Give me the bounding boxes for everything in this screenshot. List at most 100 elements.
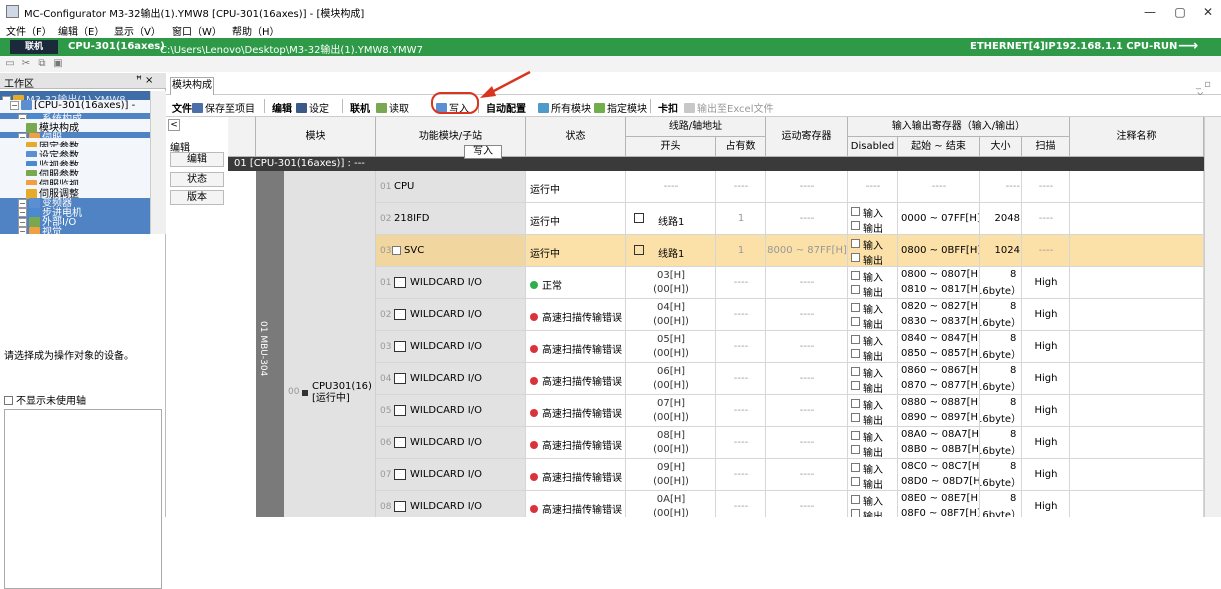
read-button[interactable]: 读取 [376,100,409,115]
grid-scrollbar[interactable] [1204,117,1221,517]
io-range-cell[interactable]: 0860 ~ 0867[H] 0870 ~ 0877[H] [898,363,980,395]
cut-icon[interactable]: ✂ [20,58,32,70]
maximize-icon[interactable]: ▢ [1168,3,1192,21]
size-cell[interactable]: 8 16byte） [980,267,1022,299]
line-address-cell[interactable]: 03[H] (00[H]) [626,267,716,299]
line-address-cell[interactable]: 06[H] (00[H]) [626,363,716,395]
file-button[interactable]: 文件 [172,100,192,115]
motion-register-cell[interactable]: 8000 ~ 87FF[H] [766,235,848,267]
close-icon[interactable]: ✕ [1196,3,1220,21]
size-cell[interactable]: 8 16byte） [980,459,1022,491]
function-module-cell[interactable]: 02 WILDCARD I/O [376,299,526,331]
motion-register-cell[interactable]: ---- [766,299,848,331]
scan-cell[interactable]: High [1022,491,1070,517]
io-range-cell[interactable]: 0000 ~ 07FF[H] [898,203,980,235]
tree-scrollbar[interactable] [150,91,166,234]
disabled-cell[interactable]: 输入输出 [848,235,898,267]
size-cell[interactable]: ---- [980,171,1022,203]
setting-button[interactable]: 设定 [296,100,329,115]
comment-cell[interactable] [1070,267,1204,299]
minimize-icon[interactable]: — [1138,3,1162,21]
scan-cell[interactable]: High [1022,395,1070,427]
motion-register-cell[interactable]: ---- [766,427,848,459]
comment-cell[interactable] [1070,171,1204,203]
size-cell[interactable]: 8 16byte） [980,331,1022,363]
scan-cell[interactable]: High [1022,299,1070,331]
paste-icon[interactable]: ▣ [52,58,64,70]
function-module-cell[interactable]: 08 WILDCARD I/O [376,491,526,517]
disabled-cell[interactable]: 输入输出 [848,459,898,491]
tab-module-config[interactable]: 模块构成 [170,77,214,95]
comment-cell[interactable] [1070,427,1204,459]
motion-register-cell[interactable]: ---- [766,267,848,299]
disabled-cell[interactable]: 输入输出 [848,267,898,299]
size-cell[interactable]: 8 16byte） [980,299,1022,331]
comment-cell[interactable] [1070,395,1204,427]
disabled-cell[interactable]: 输入输出 [848,331,898,363]
checkbox-icon[interactable] [4,396,13,405]
size-cell[interactable]: 8 16byte） [980,363,1022,395]
side-status-button[interactable]: 状态 [170,172,224,187]
scan-cell[interactable]: High [1022,331,1070,363]
io-range-cell[interactable]: 0800 ~ 0807[H] 0810 ~ 0817[H] [898,267,980,299]
function-module-cell[interactable]: 03 WILDCARD I/O [376,331,526,363]
card-button[interactable]: 卡扣 [658,100,678,115]
function-module-cell[interactable]: 01 CPU [376,171,526,203]
menu-help[interactable]: 帮助（H） [232,23,280,38]
io-range-cell[interactable]: 08A0 ~ 08A7[H] 08B0 ~ 08B7[H] [898,427,980,459]
io-range-cell[interactable]: 0800 ~ 0BFF[H] [898,235,980,267]
line-address-cell[interactable]: 07[H] (00[H]) [626,395,716,427]
scan-cell[interactable]: ---- [1022,235,1070,267]
menu-edit[interactable]: 编辑（E） [58,23,104,38]
comment-cell[interactable] [1070,299,1204,331]
function-module-cell[interactable]: 03 SVC [376,235,526,267]
cpu-module-label[interactable]: CPU301(16)[运行中] [312,381,376,405]
comment-cell[interactable] [1070,203,1204,235]
comment-cell[interactable] [1070,459,1204,491]
motion-register-cell[interactable]: ---- [766,171,848,203]
menu-window[interactable]: 窗口（W） [172,23,222,38]
side-version-button[interactable]: 版本 [170,190,224,205]
scan-cell[interactable]: ---- [1022,171,1070,203]
disabled-cell[interactable]: 输入输出 [848,363,898,395]
project-tree[interactable]: −M3-32输出(1).YMW8−[CPU-301(16axes)] -−系统构… [0,91,150,234]
io-range-cell[interactable]: 0880 ~ 0887[H] 0890 ~ 0897[H] [898,395,980,427]
side-edit-button[interactable]: 编辑 [170,152,224,167]
motion-register-cell[interactable]: ---- [766,203,848,235]
line-address-cell[interactable]: 09[H] (00[H]) [626,459,716,491]
io-range-cell[interactable]: 08E0 ~ 08E7[H] 08F0 ~ 08F7[H] [898,491,980,517]
size-cell[interactable]: 8 16byte） [980,491,1022,517]
edit-button[interactable]: 编辑 [272,100,292,115]
function-module-cell[interactable]: 01 WILDCARD I/O [376,267,526,299]
scan-cell[interactable]: High [1022,363,1070,395]
function-module-cell[interactable]: 05 WILDCARD I/O [376,395,526,427]
copy-icon[interactable]: ⧉ [36,58,48,70]
size-cell[interactable]: 1024 [980,235,1022,267]
comment-cell[interactable] [1070,235,1204,267]
function-module-cell[interactable]: 04 WILDCARD I/O [376,363,526,395]
panel-pin-close[interactable]: ꟸ × [136,75,153,86]
disabled-cell[interactable]: 输入输出 [848,491,898,517]
size-cell[interactable]: 8 16byte） [980,427,1022,459]
disabled-cell[interactable]: 输入输出 [848,203,898,235]
menu-view[interactable]: 显示（V） [114,23,161,38]
disabled-cell[interactable]: 输入输出 [848,395,898,427]
disabled-cell[interactable]: 输入输出 [848,299,898,331]
comment-cell[interactable] [1070,491,1204,517]
io-range-cell[interactable]: 08C0 ~ 08C7[H] 08D0 ~ 08D7[H] [898,459,980,491]
hide-unused-axis-checkbox[interactable]: 不显示未使用轴 [4,392,86,407]
collapse-icon[interactable]: < [168,119,180,131]
size-cell[interactable]: 8 16byte） [980,395,1022,427]
comment-cell[interactable] [1070,331,1204,363]
save-icon[interactable]: ▭ [4,58,16,70]
auto-config-button[interactable]: 自动配置 [486,100,526,115]
motion-register-cell[interactable]: ---- [766,363,848,395]
scan-cell[interactable]: High [1022,427,1070,459]
online-button[interactable]: 联机 [350,100,370,115]
motion-register-cell[interactable]: ---- [766,331,848,363]
io-range-cell[interactable]: ---- [898,171,980,203]
tree-item[interactable]: − 视觉 [0,223,150,234]
motion-register-cell[interactable]: ---- [766,491,848,517]
line-address-cell[interactable]: 线路1 [626,203,716,235]
menu-file[interactable]: 文件（F） [6,23,52,38]
